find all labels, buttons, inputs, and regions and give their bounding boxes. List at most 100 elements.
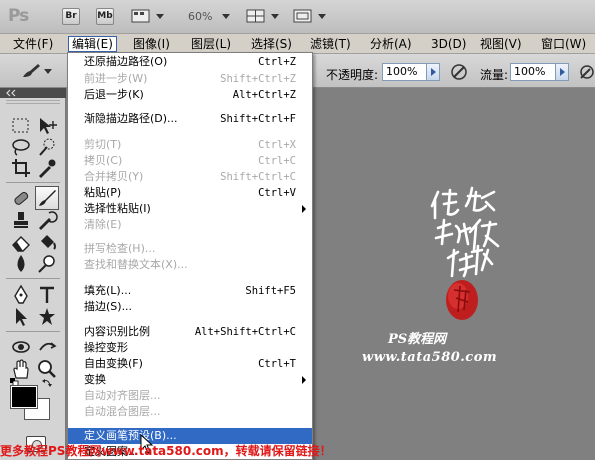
clone-stamp-tool-icon[interactable] (10, 209, 32, 231)
menu-item-copy-merged[interactable]: 合并拷贝(Y) Shift+Ctrl+C (68, 169, 312, 185)
menu-item-undo[interactable]: 还原描边路径(O) Ctrl+Z (68, 54, 312, 70)
menu-item-fill[interactable]: 填充(L)... Shift+F5 (68, 283, 312, 299)
quick-selection-tool-icon[interactable] (36, 136, 58, 158)
menu-item-transform[interactable]: 变换 (68, 372, 312, 388)
brush-tool-selected[interactable] (35, 186, 59, 210)
menu-item-step-backward[interactable]: 后退一步(K) Alt+Ctrl+Z (68, 87, 312, 103)
menu-item-auto-align-layers[interactable]: 自动对齐图层... (68, 388, 312, 404)
collapse-panel-icon[interactable] (5, 89, 17, 97)
menu-separator (70, 131, 310, 132)
tablet-opacity-icon[interactable] (450, 63, 468, 81)
menu-window[interactable]: 窗口(W) (538, 36, 589, 52)
application-bar: Ps Br Mb 60% (0, 0, 595, 34)
view-extras-icon[interactable] (131, 9, 151, 23)
menu-item-step-forward[interactable]: 前进一步(W) Shift+Ctrl+Z (68, 71, 312, 87)
menu-item-free-transform[interactable]: 自由变换(F) Ctrl+T (68, 356, 312, 372)
menu-item-copy[interactable]: 拷贝(C) Ctrl+C (68, 153, 312, 169)
menu-view[interactable]: 视图(V) (477, 36, 525, 52)
menu-layer[interactable]: 图层(L) (188, 36, 234, 52)
dodge-tool-icon[interactable] (36, 253, 58, 275)
3d-rotate-tool-icon[interactable] (10, 336, 32, 358)
menu-item-shortcut: Shift+Ctrl+C (220, 171, 296, 183)
zoom-level[interactable]: 60% (188, 10, 212, 23)
menu-item-shortcut: Shift+F5 (245, 285, 296, 297)
menu-item-label: 后退一步(K) (84, 88, 144, 101)
type-tool-icon[interactable] (36, 284, 58, 306)
3d-orbit-tool-icon[interactable] (36, 336, 58, 358)
crop-tool-icon[interactable] (10, 157, 32, 179)
menu-item-shortcut: Ctrl+C (258, 155, 296, 167)
menu-item-label: 拷贝(C) (84, 154, 123, 167)
flow-dropdown-button[interactable] (555, 63, 569, 81)
menu-filter[interactable]: 滤镜(T) (307, 36, 354, 52)
view-extras-caret-icon[interactable] (156, 14, 164, 19)
menu-image[interactable]: 图像(I) (130, 36, 173, 52)
menu-item-check-spelling[interactable]: 拼写检查(H)... (68, 241, 312, 257)
menu-item-clear[interactable]: 清除(E) (68, 217, 312, 233)
flow-label: 流量: (480, 68, 509, 82)
brush-preset-icon[interactable] (20, 62, 42, 80)
bridge-button[interactable]: Br (62, 8, 80, 25)
history-brush-tool-icon[interactable] (36, 209, 58, 231)
menu-item-stroke[interactable]: 描边(S)... (68, 299, 312, 315)
swap-colors-icon[interactable] (42, 378, 52, 388)
arrange-documents-icon[interactable] (246, 9, 266, 23)
foreground-color-swatch[interactable] (10, 385, 38, 409)
menu-bar: 文件(F) 编辑(E) 图像(I) 图层(L) 选择(S) 滤镜(T) 分析(A… (0, 34, 595, 54)
menu-item-cut[interactable]: 剪切(T) Ctrl+X (68, 137, 312, 153)
tool-separator (6, 278, 60, 279)
menu-3d[interactable]: 3D(D) (428, 36, 469, 52)
brush-tool-icon[interactable] (36, 187, 58, 209)
menu-item-shortcut: Ctrl+V (258, 187, 296, 199)
path-selection-tool-icon[interactable] (10, 306, 32, 328)
lasso-tool-icon[interactable] (10, 136, 32, 158)
menu-select[interactable]: 选择(S) (248, 36, 295, 52)
menu-item-shortcut: Alt+Shift+Ctrl+C (194, 326, 296, 338)
pen-tool-icon[interactable] (10, 284, 32, 306)
spot-healing-brush-icon[interactable] (10, 187, 32, 209)
menu-item-fade[interactable]: 渐隐描边路径(D)... Shift+Ctrl+F (68, 111, 312, 127)
hand-tool-icon[interactable] (10, 358, 32, 380)
menu-item-paste[interactable]: 粘贴(P) Ctrl+V (68, 185, 312, 201)
menu-item-label: 查找和替换文本(X)... (84, 258, 188, 271)
menu-edit[interactable]: 编辑(E) (68, 36, 117, 52)
menu-item-label: 操控变形 (84, 341, 128, 354)
menu-separator (70, 423, 310, 424)
screen-mode-caret-icon[interactable] (318, 14, 326, 19)
menu-item-shortcut: Shift+Ctrl+Z (220, 73, 296, 85)
menu-item-label: 自由变换(F) (84, 357, 143, 370)
menu-item-paste-special[interactable]: 选择性粘贴(I) (68, 201, 312, 217)
submenu-arrow-icon (302, 376, 306, 384)
watermark-text: 更多教程PS教程网www.tata580.com，转载请保留链接！ (0, 444, 332, 458)
opacity-dropdown-button[interactable] (426, 63, 440, 81)
zoom-caret-icon[interactable] (222, 14, 230, 19)
custom-shape-tool-icon[interactable] (36, 306, 58, 328)
screen-mode-icon[interactable] (293, 9, 313, 23)
menu-item-auto-blend-layers[interactable]: 自动混合图层... (68, 404, 312, 420)
default-colors-icon[interactable] (10, 378, 20, 386)
move-tool-icon[interactable] (36, 115, 58, 137)
menu-file[interactable]: 文件(F) (10, 36, 56, 52)
marquee-tool-icon[interactable] (10, 115, 32, 137)
eyedropper-tool-icon[interactable] (36, 157, 58, 179)
submenu-arrow-icon (302, 205, 306, 213)
menu-item-label: 合并拷贝(Y) (84, 170, 144, 183)
menu-item-label: 粘贴(P) (84, 186, 122, 199)
menu-item-shortcut: Ctrl+Z (258, 56, 296, 68)
menu-item-find-replace[interactable]: 查找和替换文本(X)... (68, 257, 312, 273)
tools-panel-header[interactable] (0, 88, 66, 98)
menu-item-puppet-warp[interactable]: 操控变形 (68, 340, 312, 356)
airbrush-icon[interactable] (578, 63, 594, 81)
tool-separator (6, 331, 60, 332)
menu-analysis[interactable]: 分析(A) (367, 36, 415, 52)
paint-bucket-tool-icon[interactable] (36, 231, 58, 253)
brush-preset-caret-icon[interactable] (44, 69, 52, 74)
menu-item-shortcut: Shift+Ctrl+F (220, 113, 296, 125)
menu-item-content-aware-scale[interactable]: 内容识别比例 Alt+Shift+Ctrl+C (68, 324, 312, 340)
tools-grip[interactable] (6, 100, 60, 104)
eraser-tool-icon[interactable] (10, 231, 32, 253)
arrange-caret-icon[interactable] (271, 14, 279, 19)
mini-bridge-button[interactable]: Mb (96, 8, 114, 25)
zoom-tool-icon[interactable] (36, 358, 58, 380)
blur-tool-icon[interactable] (10, 253, 32, 275)
